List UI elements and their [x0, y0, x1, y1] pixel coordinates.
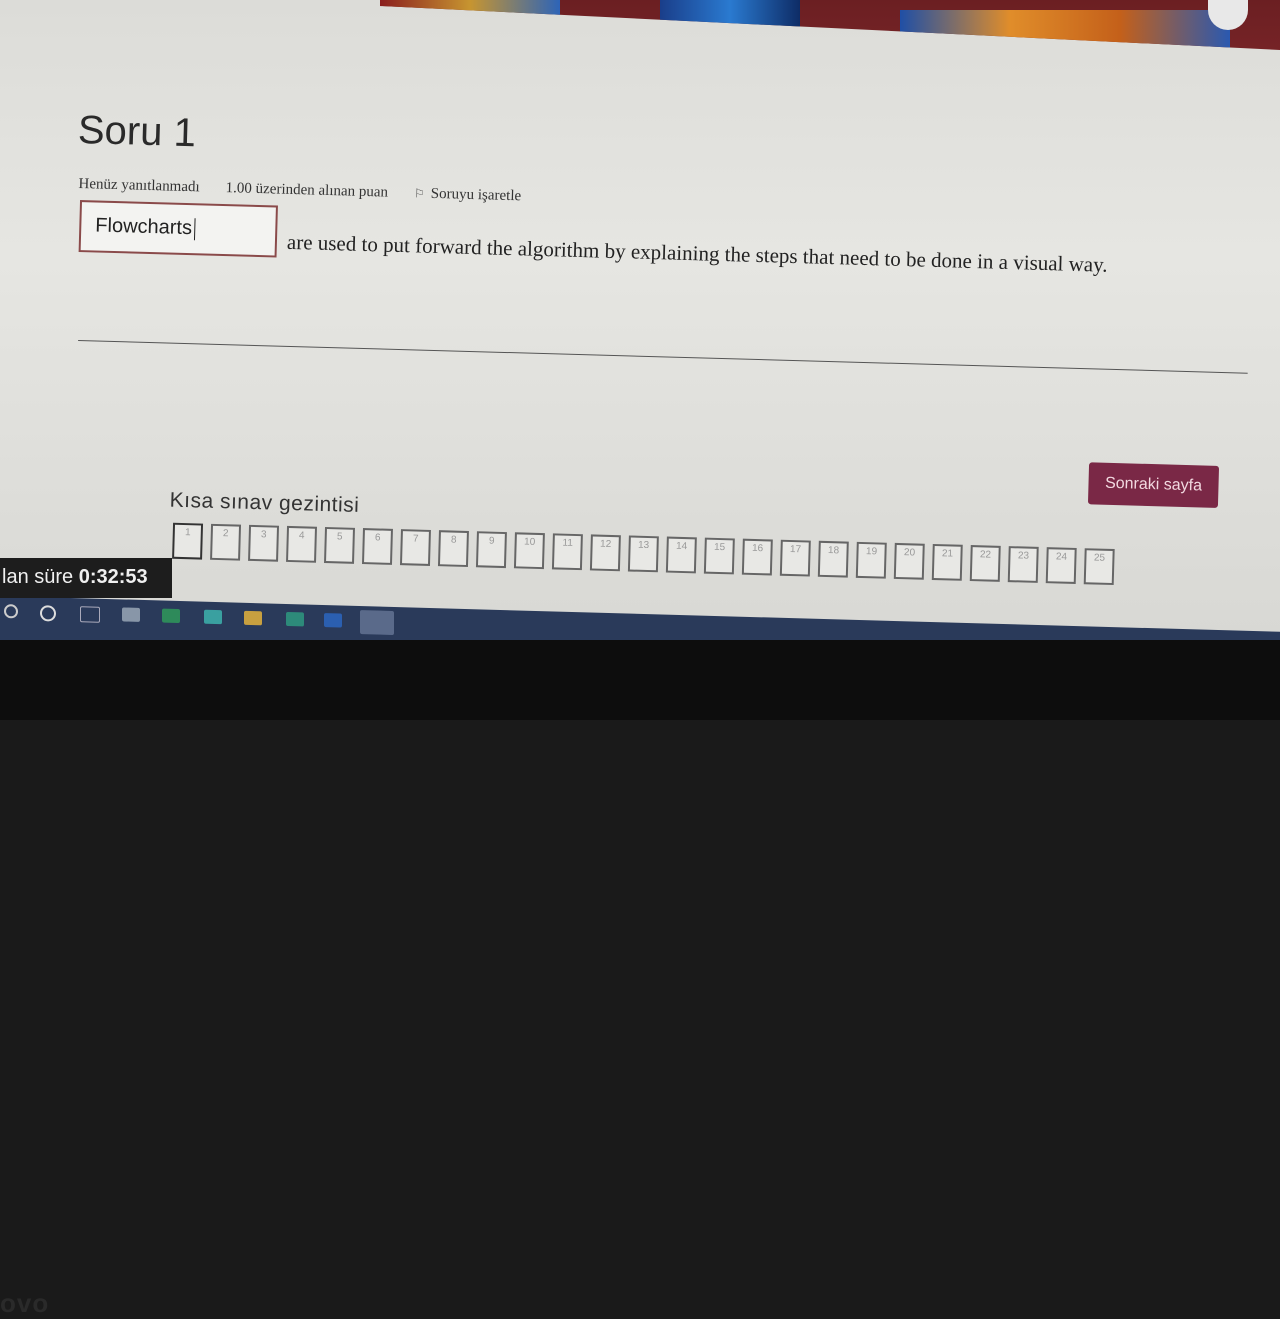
nav-page-4[interactable]: 4 [286, 525, 318, 563]
question-text: are used to put forward the algorithm by… [286, 229, 1108, 277]
nav-page-1[interactable]: 1 [172, 522, 204, 560]
flag-icon: ⚐ [413, 186, 425, 201]
active-app-icon[interactable] [360, 610, 394, 636]
nav-page-14[interactable]: 14 [665, 536, 697, 574]
question-title: Soru 1 [77, 107, 197, 156]
text-caret [193, 217, 196, 240]
next-page-button[interactable]: Sonraki sayfa [1087, 462, 1220, 508]
file-explorer-icon[interactable] [244, 610, 262, 626]
answer-input[interactable]: Flowcharts [78, 200, 278, 258]
question-content: Soru 1 Henüz yanıtlanmadı 1.00 üzerinden… [0, 0, 1280, 673]
screen: Soru 1 Henüz yanıtlanmadı 1.00 üzerinden… [0, 0, 1280, 676]
flag-question-link[interactable]: ⚐ Soruyu işaretle [414, 185, 522, 205]
store-icon[interactable] [122, 607, 140, 622]
divider [78, 340, 1248, 374]
nav-page-3[interactable]: 3 [248, 524, 280, 562]
cortana-icon[interactable] [40, 605, 56, 622]
app-icon[interactable] [286, 611, 304, 627]
nav-page-9[interactable]: 9 [475, 531, 507, 569]
search-icon[interactable] [4, 604, 18, 619]
nav-page-5[interactable]: 5 [324, 526, 355, 564]
question-points: 1.00 üzerinden alınan puan [225, 180, 389, 201]
flag-label: Soruyu işaretle [430, 185, 522, 205]
laptop-brand: ovo [0, 1288, 50, 1318]
quiz-navigation-grid: 1 2 3 4 5 6 7 8 9 10 11 12 13 14 15 16 17 18 19 20 21 22 23 24 2… [172, 522, 1115, 586]
timer-label: lan süre [2, 566, 74, 588]
task-view-icon[interactable] [80, 606, 100, 623]
nav-page-25[interactable]: 25 [1083, 548, 1115, 586]
nav-page-8[interactable]: 8 [437, 530, 469, 568]
nav-page-23[interactable]: 23 [1007, 546, 1039, 583]
nav-page-18[interactable]: 18 [817, 540, 849, 578]
nav-page-2[interactable]: 2 [210, 523, 242, 561]
excel-icon[interactable] [162, 608, 180, 624]
question-status: Henüz yanıtlanmadı [78, 175, 200, 196]
nav-page-19[interactable]: 19 [855, 541, 887, 579]
nav-page-17[interactable]: 17 [779, 539, 811, 577]
timer-value: 0:32:53 [78, 566, 148, 588]
nav-page-22[interactable]: 22 [969, 545, 1001, 582]
laptop-bezel: ovo [0, 640, 1280, 1318]
nav-page-20[interactable]: 20 [893, 542, 925, 580]
nav-page-6[interactable]: 6 [361, 528, 393, 565]
nav-page-13[interactable]: 13 [627, 535, 659, 573]
quiz-navigation-title: Kısa sınav gezintisi [169, 488, 360, 517]
nav-page-24[interactable]: 24 [1045, 547, 1077, 584]
nav-page-16[interactable]: 16 [741, 538, 773, 576]
time-remaining: lan süre 0:32:53 [0, 558, 172, 598]
word-icon[interactable] [324, 613, 342, 628]
app-icon[interactable] [204, 609, 222, 625]
nav-page-7[interactable]: 7 [399, 529, 431, 566]
answer-value: Flowcharts [95, 214, 193, 240]
nav-page-10[interactable]: 10 [513, 532, 545, 570]
nav-page-21[interactable]: 21 [931, 543, 963, 581]
nav-page-12[interactable]: 12 [589, 534, 621, 572]
nav-page-15[interactable]: 15 [703, 537, 735, 575]
nav-page-11[interactable]: 11 [551, 533, 583, 571]
